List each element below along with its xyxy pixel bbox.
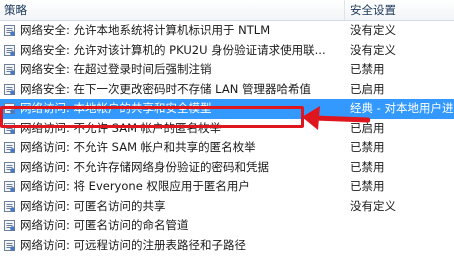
column-header: 策略 安全设置 (0, 0, 454, 21)
policy-document-icon (4, 239, 15, 251)
policy-document-icon (4, 64, 15, 75)
policy-document-icon (4, 122, 15, 134)
policy-setting-value: 已禁用 (350, 159, 385, 174)
policy-name: 网络安全: 在超过登录时间后强制注销 (20, 62, 212, 76)
policy-row[interactable]: 网络访问: 不允许 SAM 帐户的匿名枚举 已启用 (0, 119, 454, 139)
policy-document-icon (4, 181, 15, 192)
policy-setting-value: 已禁用 (350, 179, 385, 193)
policy-document-icon (4, 44, 15, 56)
policy-setting-value: 经典 - 对本地用户进 (350, 101, 454, 115)
security-policy-window: 策略 安全设置 网络安全: 允许本地系统将计算机标识用于 NTLM 没有定义 网络安… (0, 0, 454, 260)
policy-list: 网络安全: 允许本地系统将计算机标识用于 NTLM 没有定义 网络安全: 允许对该计… (0, 21, 454, 255)
policy-setting-value: 已禁用 (350, 140, 385, 154)
policy-row[interactable]: 网络访问: 不允许 SAM 帐户和共享的匿名枚举 已禁用 (0, 138, 454, 158)
policy-document-icon (4, 25, 15, 36)
policy-row[interactable]: 网络安全: 在超过登录时间后强制注销 已禁用 (0, 60, 454, 80)
policy-document-icon (4, 161, 15, 173)
policy-setting-value: 已启用 (350, 120, 385, 135)
policy-name: 网络安全: 在下一次更改密码时不存储 LAN 管理器哈希值 (20, 81, 311, 96)
policy-name: 网络访问: 可匿名访问的命名管道 (20, 218, 189, 232)
policy-row[interactable]: 网络访问: 将 Everyone 权限应用于匿名用户 已禁用 (0, 177, 454, 197)
policy-row[interactable]: 网络访问: 可匿名访问的命名管道 (0, 216, 454, 236)
policy-row[interactable]: 网络访问: 可匿名访问的共享 没有定义 (0, 197, 454, 217)
policy-name: 网络访问: 不允许 SAM 帐户和共享的匿名枚举 (20, 140, 256, 154)
policy-row[interactable]: 网络安全: 在下一次更改密码时不存储 LAN 管理器哈希值 已启用 (0, 80, 454, 100)
policy-setting-value: 已启用 (350, 81, 385, 96)
policy-row[interactable]: 网络访问: 不允许存储网络身份验证的密码和凭据 已禁用 (0, 158, 454, 178)
column-header-policy[interactable]: 策略 (0, 0, 345, 20)
policy-name: 网络访问: 不允许 SAM 帐户的匿名枚举 (20, 120, 222, 135)
policy-name: 网络访问: 不允许存储网络身份验证的密码和凭据 (20, 159, 270, 174)
policy-name: 网络访问: 可匿名访问的共享 (20, 198, 166, 213)
policy-setting-value: 没有定义 (350, 198, 396, 213)
policy-row[interactable]: 网络访问: 可远程访问的注册表路径和子路径 (0, 236, 454, 256)
policy-document-icon (4, 220, 15, 231)
policy-name: 网络安全: 允许本地系统将计算机标识用于 NTLM (20, 23, 271, 37)
policy-setting-value: 没有定义 (350, 42, 396, 57)
policy-document-icon (4, 83, 15, 95)
policy-name: 网络安全: 允许对该计算机的 PKU2U 身份验证请求使用联... (20, 42, 326, 57)
policy-name: 网络访问: 可远程访问的注册表路径和子路径 (20, 237, 247, 252)
policy-setting-value: 已禁用 (350, 62, 385, 76)
policy-row[interactable]: 网络安全: 允许对该计算机的 PKU2U 身份验证请求使用联... 没有定义 (0, 41, 454, 61)
policy-document-icon (4, 142, 15, 153)
policy-document-icon (4, 103, 15, 114)
policy-row[interactable]: 网络安全: 允许本地系统将计算机标识用于 NTLM 没有定义 (0, 21, 454, 41)
policy-name: 网络访问: 将 Everyone 权限应用于匿名用户 (20, 179, 250, 193)
policy-name: 网络访问: 本地帐户的共享和安全模型 (20, 101, 212, 115)
column-header-security-setting[interactable]: 安全设置 (346, 0, 454, 20)
policy-document-icon (4, 200, 15, 212)
policy-row[interactable]: 网络访问: 本地帐户的共享和安全模型 经典 - 对本地用户进 (0, 99, 454, 119)
policy-setting-value: 没有定义 (350, 23, 396, 37)
